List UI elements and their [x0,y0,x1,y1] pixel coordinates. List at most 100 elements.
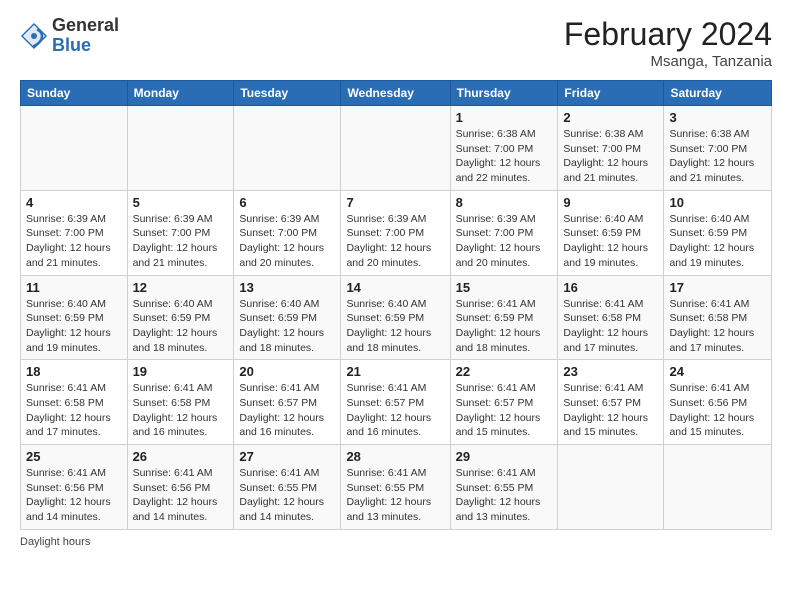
col-saturday: Saturday [664,81,772,106]
calendar-header-row: Sunday Monday Tuesday Wednesday Thursday… [21,81,772,106]
calendar-cell: 10 Sunrise: 6:40 AM Sunset: 6:59 PM Dayli… [664,190,772,275]
day-number: 14 [346,280,444,295]
day-number: 17 [669,280,766,295]
day-info: Sunrise: 6:39 AM Sunset: 7:00 PM Dayligh… [456,212,553,271]
calendar-cell: 23 Sunrise: 6:41 AM Sunset: 6:57 PM Dayli… [558,360,664,445]
calendar-cell: 11Sunrise: 6:40 AM Sunset: 6:59 PM Dayli… [21,275,128,360]
day-info: Sunrise: 6:41 AM Sunset: 6:56 PM Dayligh… [669,381,766,440]
logo: General Blue [20,16,119,56]
calendar-week-3: 11Sunrise: 6:40 AM Sunset: 6:59 PM Dayli… [21,275,772,360]
day-info: Sunrise: 6:40 AM Sunset: 6:59 PM Dayligh… [133,297,229,356]
calendar-body: 1 Sunrise: 6:38 AM Sunset: 7:00 PM Daylig… [21,106,772,530]
calendar-week-5: 25 Sunrise: 6:41 AM Sunset: 6:56 PM Dayli… [21,445,772,530]
day-number: 7 [346,195,444,210]
day-info: Sunrise: 6:40 AM Sunset: 6:59 PM Dayligh… [26,297,122,356]
day-number: 10 [669,195,766,210]
day-info: Sunrise: 6:41 AM Sunset: 6:55 PM Dayligh… [239,466,335,525]
day-info: Sunrise: 6:40 AM Sunset: 6:59 PM Dayligh… [669,212,766,271]
day-number: 23 [563,364,658,379]
calendar-cell: 26 Sunrise: 6:41 AM Sunset: 6:56 PM Dayli… [127,445,234,530]
day-info: Sunrise: 6:41 AM Sunset: 6:59 PM Dayligh… [456,297,553,356]
calendar-cell: 20 Sunrise: 6:41 AM Sunset: 6:57 PM Dayli… [234,360,341,445]
day-info: Sunrise: 6:39 AM Sunset: 7:00 PM Dayligh… [346,212,444,271]
calendar-cell: 14 Sunrise: 6:40 AM Sunset: 6:59 PM Dayli… [341,275,450,360]
day-number: 24 [669,364,766,379]
calendar-cell: 15 Sunrise: 6:41 AM Sunset: 6:59 PM Dayli… [450,275,558,360]
day-info: Sunrise: 6:41 AM Sunset: 6:57 PM Dayligh… [346,381,444,440]
calendar-cell: 27 Sunrise: 6:41 AM Sunset: 6:55 PM Dayli… [234,445,341,530]
day-number: 8 [456,195,553,210]
day-number: 15 [456,280,553,295]
day-number: 27 [239,449,335,464]
day-info: Sunrise: 6:41 AM Sunset: 6:57 PM Dayligh… [239,381,335,440]
calendar-cell [21,106,128,191]
day-info: Sunrise: 6:40 AM Sunset: 6:59 PM Dayligh… [346,297,444,356]
calendar-cell: 25 Sunrise: 6:41 AM Sunset: 6:56 PM Dayli… [21,445,128,530]
calendar-cell: 29 Sunrise: 6:41 AM Sunset: 6:55 PM Dayli… [450,445,558,530]
day-number: 18 [26,364,122,379]
calendar-week-1: 1 Sunrise: 6:38 AM Sunset: 7:00 PM Daylig… [21,106,772,191]
day-info: Sunrise: 6:41 AM Sunset: 6:58 PM Dayligh… [669,297,766,356]
day-number: 9 [563,195,658,210]
day-number: 28 [346,449,444,464]
day-info: Sunrise: 6:41 AM Sunset: 6:56 PM Dayligh… [26,466,122,525]
day-number: 1 [456,110,553,125]
calendar-cell: 4Sunrise: 6:39 AM Sunset: 7:00 PM Daylig… [21,190,128,275]
day-number: 3 [669,110,766,125]
day-info: Sunrise: 6:38 AM Sunset: 7:00 PM Dayligh… [563,127,658,186]
calendar-cell: 16 Sunrise: 6:41 AM Sunset: 6:58 PM Dayli… [558,275,664,360]
calendar-cell: 3Sunrise: 6:38 AM Sunset: 7:00 PM Daylig… [664,106,772,191]
calendar-cell: 9 Sunrise: 6:40 AM Sunset: 6:59 PM Daylig… [558,190,664,275]
day-info: Sunrise: 6:41 AM Sunset: 6:57 PM Dayligh… [563,381,658,440]
page: General Blue February 2024 Msanga, Tanza… [0,0,792,558]
calendar-cell: 19 Sunrise: 6:41 AM Sunset: 6:58 PM Dayli… [127,360,234,445]
calendar-cell: 21Sunrise: 6:41 AM Sunset: 6:57 PM Dayli… [341,360,450,445]
day-number: 25 [26,449,122,464]
day-info: Sunrise: 6:41 AM Sunset: 6:55 PM Dayligh… [456,466,553,525]
header: General Blue February 2024 Msanga, Tanza… [20,16,772,70]
calendar-cell: 17 Sunrise: 6:41 AM Sunset: 6:58 PM Dayli… [664,275,772,360]
day-info: Sunrise: 6:39 AM Sunset: 7:00 PM Dayligh… [133,212,229,271]
day-info: Sunrise: 6:40 AM Sunset: 6:59 PM Dayligh… [563,212,658,271]
calendar-cell [234,106,341,191]
day-number: 22 [456,364,553,379]
day-number: 16 [563,280,658,295]
calendar-cell: 28 Sunrise: 6:41 AM Sunset: 6:55 PM Dayli… [341,445,450,530]
calendar-cell: 12Sunrise: 6:40 AM Sunset: 6:59 PM Dayli… [127,275,234,360]
calendar-cell: 5 Sunrise: 6:39 AM Sunset: 7:00 PM Daylig… [127,190,234,275]
day-info: Sunrise: 6:39 AM Sunset: 7:00 PM Dayligh… [239,212,335,271]
title-block: February 2024 Msanga, Tanzania [564,16,772,70]
calendar-cell: 13Sunrise: 6:40 AM Sunset: 6:59 PM Dayli… [234,275,341,360]
day-number: 20 [239,364,335,379]
day-number: 13 [239,280,335,295]
day-info: Sunrise: 6:38 AM Sunset: 7:00 PM Dayligh… [456,127,553,186]
day-info: Sunrise: 6:41 AM Sunset: 6:58 PM Dayligh… [563,297,658,356]
calendar-cell [341,106,450,191]
logo-icon [20,22,48,50]
day-number: 19 [133,364,229,379]
legend: Daylight hours [20,536,772,548]
calendar-cell: 1 Sunrise: 6:38 AM Sunset: 7:00 PM Daylig… [450,106,558,191]
calendar-cell [664,445,772,530]
calendar-cell: 6 Sunrise: 6:39 AM Sunset: 7:00 PM Daylig… [234,190,341,275]
day-number: 29 [456,449,553,464]
calendar-table: Sunday Monday Tuesday Wednesday Thursday… [20,80,772,530]
calendar-cell: 18 Sunrise: 6:41 AM Sunset: 6:58 PM Dayli… [21,360,128,445]
day-number: 6 [239,195,335,210]
day-number: 5 [133,195,229,210]
calendar-week-4: 18 Sunrise: 6:41 AM Sunset: 6:58 PM Dayli… [21,360,772,445]
day-number: 2 [563,110,658,125]
col-friday: Friday [558,81,664,106]
logo-general: General [52,15,119,35]
logo-text: General Blue [52,16,119,56]
title-location: Msanga, Tanzania [564,53,772,70]
day-info: Sunrise: 6:41 AM Sunset: 6:58 PM Dayligh… [133,381,229,440]
day-info: Sunrise: 6:41 AM Sunset: 6:58 PM Dayligh… [26,381,122,440]
calendar-cell: 7 Sunrise: 6:39 AM Sunset: 7:00 PM Daylig… [341,190,450,275]
calendar-week-2: 4Sunrise: 6:39 AM Sunset: 7:00 PM Daylig… [21,190,772,275]
calendar-cell: 8 Sunrise: 6:39 AM Sunset: 7:00 PM Daylig… [450,190,558,275]
col-sunday: Sunday [21,81,128,106]
day-number: 26 [133,449,229,464]
day-info: Sunrise: 6:41 AM Sunset: 6:56 PM Dayligh… [133,466,229,525]
day-info: Sunrise: 6:41 AM Sunset: 6:55 PM Dayligh… [346,466,444,525]
